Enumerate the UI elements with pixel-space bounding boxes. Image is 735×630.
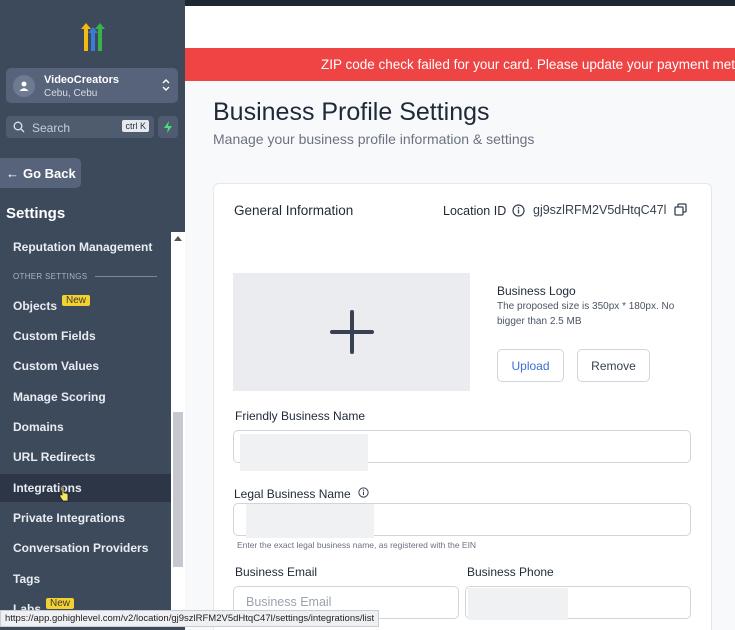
info-icon[interactable] <box>512 204 525 217</box>
redacted-value <box>240 434 368 471</box>
sidebar-item-label: Custom Values <box>13 359 100 373</box>
alert-message: ZIP code check failed for your card. Ple… <box>321 57 735 72</box>
logo-upload-dropzone[interactable] <box>233 273 470 391</box>
legal-name-help: Enter the exact legal business name, as … <box>237 540 477 550</box>
sidebar-item-conversation-providers[interactable]: Conversation Providers <box>0 534 171 562</box>
search-icon <box>13 121 25 133</box>
page-title: Business Profile Settings <box>213 98 490 126</box>
user-icon <box>19 81 29 91</box>
lightning-icon <box>164 121 172 133</box>
email-placeholder: Business Email <box>246 595 332 609</box>
chevron-up-down-icon <box>162 79 170 91</box>
arrow-left-icon: ← <box>6 165 19 181</box>
sidebar-item-label: Reputation Management <box>13 240 153 254</box>
app-logo-icon[interactable] <box>77 21 109 53</box>
plus-icon <box>329 310 374 354</box>
account-name: VideoCreators <box>44 74 119 86</box>
sidebar-item-private-integrations[interactable]: Private Integrations <box>0 504 171 532</box>
location-avatar <box>13 75 35 97</box>
new-badge: New <box>46 597 75 609</box>
sidebar-item-reputation[interactable]: Reputation Management <box>0 233 171 261</box>
sidebar-item-objects[interactable]: Objects New <box>0 292 171 320</box>
sidebar-item-label: Domains <box>13 420 64 434</box>
business-logo-title: Business Logo <box>497 284 576 298</box>
go-back-button[interactable]: ← Go Back <box>0 158 81 188</box>
sidebar-item-custom-values[interactable]: Custom Values <box>0 352 171 380</box>
settings-nav: Reputation Management OTHER SETTINGS Obj… <box>0 232 171 612</box>
quick-actions-button[interactable] <box>158 116 178 138</box>
info-icon[interactable] <box>358 487 369 498</box>
scrollbar-thumb[interactable] <box>173 412 183 567</box>
section-divider <box>95 276 157 277</box>
scroll-up-arrow-icon[interactable] <box>174 236 182 241</box>
friendly-name-label: Friendly Business Name <box>235 409 366 423</box>
search-input[interactable]: Search ctrl K <box>6 116 154 138</box>
sidebar-item-label: URL Redirects <box>13 450 96 464</box>
account-location: Cebu, Cebu <box>44 88 98 99</box>
business-logo-description: The proposed size is 350px * 180px. No b… <box>497 301 675 327</box>
nav-section-title: OTHER SETTINGS <box>13 272 88 281</box>
browser-top-edge <box>185 0 735 6</box>
sidebar-item-label: Manage Scoring <box>13 390 106 404</box>
sidebar-item-label: Tags <box>13 572 41 586</box>
sidebar-item-tags[interactable]: Tags <box>0 565 171 593</box>
legal-name-label: Legal Business Name <box>234 487 351 501</box>
sidebar-item-domains[interactable]: Domains <box>0 413 171 441</box>
sidebar-item-label: Custom Fields <box>13 329 96 343</box>
sidebar-item-manage-scoring[interactable]: Manage Scoring <box>0 383 171 411</box>
sidebar-item-integrations[interactable]: Integrations <box>0 474 171 502</box>
remove-button[interactable]: Remove <box>577 349 650 382</box>
go-back-label: Go Back <box>23 165 76 181</box>
sidebar-item-label: Integrations <box>13 481 82 495</box>
redacted-value <box>468 588 568 620</box>
payment-alert-banner[interactable]: ZIP code check failed for your card. Ple… <box>185 48 735 81</box>
search-shortcut: ctrl K <box>122 120 149 132</box>
account-switcher[interactable]: VideoCreators Cebu, Cebu <box>6 68 178 103</box>
sidebar-item-label: Conversation Providers <box>13 541 149 555</box>
settings-heading: Settings <box>6 205 66 222</box>
sidebar-item-custom-fields[interactable]: Custom Fields <box>0 322 171 350</box>
section-title: General Information <box>234 203 354 218</box>
business-phone-label: Business Phone <box>467 565 554 579</box>
location-id-value: gj9szlRFM2V5dHtqC47l <box>533 203 667 217</box>
page-subtitle: Manage your business profile information… <box>213 131 535 147</box>
sidebar-item-url-redirects[interactable]: URL Redirects <box>0 443 171 471</box>
search-placeholder: Search <box>32 121 71 135</box>
location-id-label: Location ID <box>443 204 507 218</box>
sidebar-item-label: Objects <box>13 299 58 313</box>
new-badge: New <box>62 294 91 306</box>
upload-button[interactable]: Upload <box>497 349 564 382</box>
sidebar-item-label: Private Integrations <box>13 511 126 525</box>
copy-icon[interactable] <box>674 203 687 216</box>
redacted-value <box>246 504 374 538</box>
sidebar: VideoCreators Cebu, Cebu Search ctrl K ←… <box>0 0 185 630</box>
general-information-card <box>213 183 712 630</box>
browser-status-url: https://app.gohighlevel.com/v2/location/… <box>0 610 380 627</box>
hand-cursor-icon <box>59 486 69 502</box>
business-email-label: Business Email <box>235 565 318 579</box>
